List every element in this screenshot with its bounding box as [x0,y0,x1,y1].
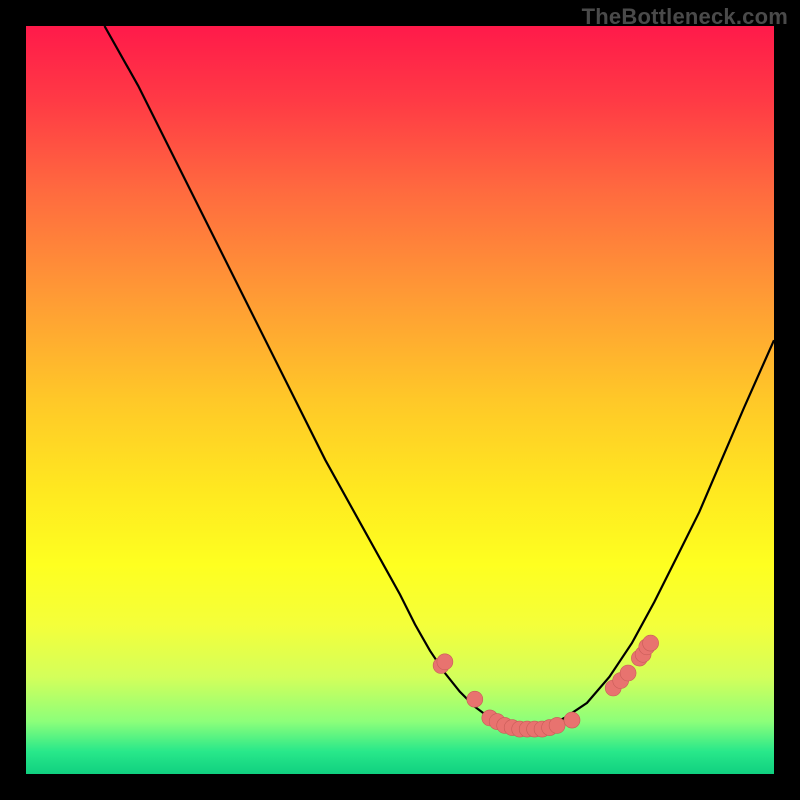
watermark-label: TheBottleneck.com [582,4,788,30]
chart-area [26,26,774,774]
curve-marker [564,712,580,728]
curve-marker [549,717,565,733]
curve-marker [643,635,659,651]
curve-markers [433,635,658,737]
curve-line [105,26,775,729]
curve-marker [620,665,636,681]
curve-marker [467,691,483,707]
curve-marker [437,654,453,670]
bottleneck-curve [26,26,774,774]
